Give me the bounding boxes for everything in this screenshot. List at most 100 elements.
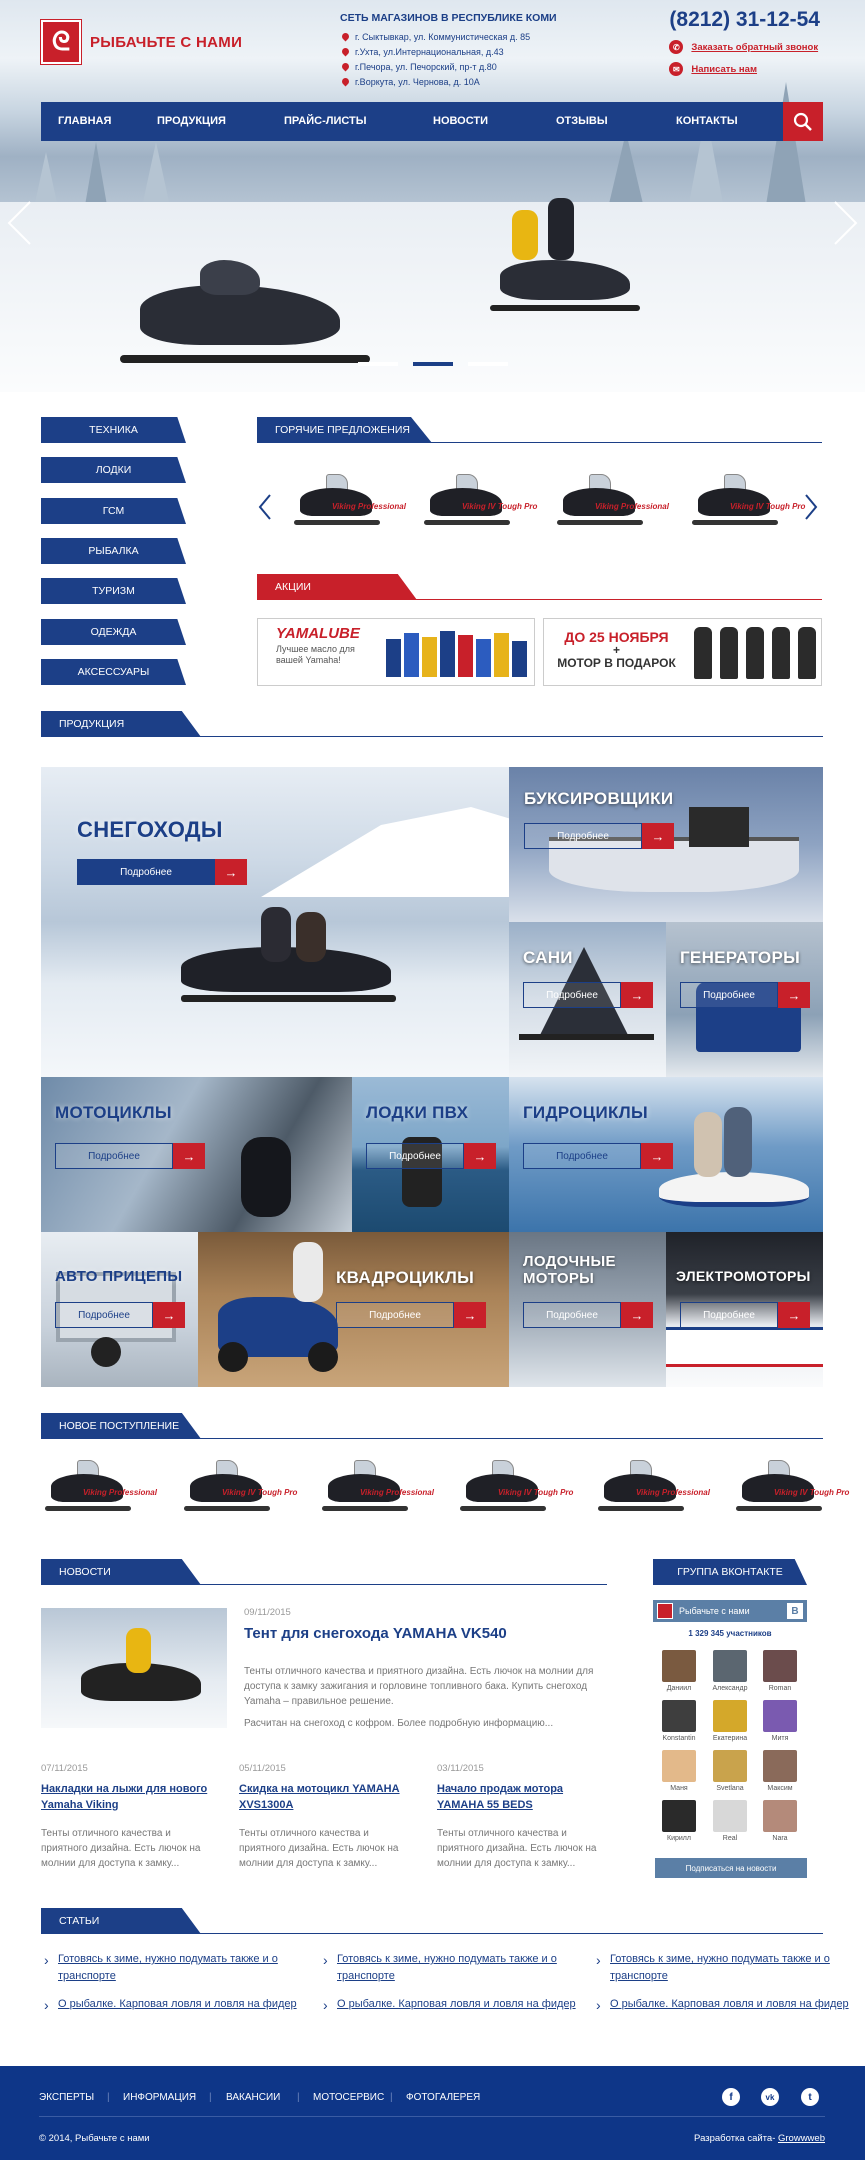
new-arrival-item[interactable]: Viking Professional: [594, 1456, 710, 1524]
tile-atvs[interactable]: КВАДРОЦИКЛЫ Подробнее →: [198, 1232, 509, 1387]
nav-contacts[interactable]: КОНТАКТЫ: [676, 115, 738, 127]
slider-dot-active[interactable]: [413, 362, 453, 366]
facebook-icon[interactable]: f: [722, 2088, 740, 2106]
more-button[interactable]: Подробнее →: [523, 1302, 653, 1328]
vk-icon[interactable]: vk: [761, 2088, 779, 2106]
article-link[interactable]: О рыбалке. Карповая ловля и ловля на фид…: [323, 1995, 577, 2017]
more-button[interactable]: Подробнее →: [77, 859, 247, 885]
avatar[interactable]: [713, 1700, 747, 1732]
vk-group-bar[interactable]: Рыбачьте с нами В: [653, 1600, 807, 1622]
write-us-link[interactable]: ✉ Написать нам: [669, 58, 820, 80]
more-button[interactable]: Подробнее →: [680, 982, 810, 1008]
new-arrival-item[interactable]: Viking IV Tough Pro: [180, 1456, 297, 1524]
tile-motorcycles[interactable]: МОТОЦИКЛЫ Подробнее →: [41, 1077, 352, 1232]
hot-prev-arrow[interactable]: [258, 493, 272, 526]
outboard-motors-image: [694, 627, 816, 679]
avatar[interactable]: [763, 1750, 797, 1782]
slider-prev-arrow[interactable]: [6, 200, 32, 254]
nav-home[interactable]: ГЛАВНАЯ: [58, 115, 111, 127]
sidebar-item-tech[interactable]: ТЕХНИКА: [41, 417, 186, 443]
tile-sleds[interactable]: САНИ Подробнее →: [509, 922, 666, 1077]
article-link[interactable]: Готовясь к зиме, нужно подумать также и …: [323, 1950, 577, 1985]
sidebar-item-accessories[interactable]: АКСЕССУАРЫ: [41, 659, 186, 685]
sidebar-item-tourism[interactable]: ТУРИЗМ: [41, 578, 186, 604]
avatar[interactable]: [763, 1650, 797, 1682]
new-arrival-item[interactable]: Viking Professional: [41, 1456, 157, 1524]
avatar[interactable]: [713, 1800, 747, 1832]
avatar[interactable]: [763, 1700, 797, 1732]
arrow-right-icon: →: [778, 982, 810, 1008]
callback-link[interactable]: ✆ Заказать обратный звонок: [669, 36, 820, 58]
article-link[interactable]: О рыбалке. Карповая ловля и ловля на фид…: [596, 1995, 850, 2017]
tile-electric-motors[interactable]: ЭЛЕКТРОМОТОРЫ Подробнее →: [666, 1232, 823, 1387]
featured-news-title[interactable]: Тент для снегохода YAMAHA VK540: [244, 1625, 507, 1642]
slider-next-arrow[interactable]: [833, 200, 859, 254]
footer-link-gallery[interactable]: ФОТОГАЛЕРЕЯ: [406, 2092, 480, 2103]
nav-products[interactable]: ПРОДУКЦИЯ: [157, 115, 226, 127]
nav-news[interactable]: НОВОСТИ: [433, 115, 488, 127]
article-link[interactable]: Готовясь к зиме, нужно подумать также и …: [596, 1950, 850, 1985]
sidebar-item-fuel[interactable]: ГСМ: [41, 498, 186, 524]
footer-link-info[interactable]: ИНФОРМАЦИЯ: [123, 2092, 196, 2103]
news-item-title[interactable]: Скидка на мотоцикл YAMAHA XVS1300A: [239, 1782, 409, 1814]
new-arrival-item[interactable]: Viking IV Tough Pro: [456, 1456, 573, 1524]
more-button[interactable]: Подробнее →: [523, 1143, 673, 1169]
yamalube-banner[interactable]: YAMALUBE Лучшее масло для вашей Yamaha!: [257, 618, 535, 686]
hot-next-arrow[interactable]: [804, 493, 818, 526]
avatar[interactable]: [713, 1750, 747, 1782]
nav-price-lists[interactable]: ПРАЙС-ЛИСТЫ: [284, 115, 367, 127]
hot-offer-item[interactable]: Viking Professional: [290, 470, 406, 538]
more-button[interactable]: Подробнее →: [524, 823, 674, 849]
avatar[interactable]: [662, 1700, 696, 1732]
tile-jet-skis[interactable]: ГИДРОЦИКЛЫ Подробнее →: [509, 1077, 823, 1232]
twitter-icon[interactable]: t: [801, 2088, 819, 2106]
search-button[interactable]: [783, 102, 823, 141]
slider-dot[interactable]: [358, 362, 398, 366]
avatar[interactable]: [662, 1750, 696, 1782]
news-item-title[interactable]: Начало продаж мотора YAMAHA 55 BEDS: [437, 1782, 607, 1814]
footer-link-moto-service[interactable]: МОТОСЕРВИС: [313, 2092, 384, 2103]
new-arrival-item[interactable]: Viking Professional: [318, 1456, 434, 1524]
tile-pvc-boats[interactable]: ЛОДКИ ПВХ Подробнее →: [352, 1077, 509, 1232]
article-link[interactable]: Готовясь к зиме, нужно подумать также и …: [44, 1950, 298, 1985]
vk-subscribe-button[interactable]: Подписаться на новости: [655, 1858, 807, 1878]
footer-link-experts[interactable]: ЭКСПЕРТЫ: [39, 2092, 94, 2103]
motor-gift-banner[interactable]: ДО 25 НОЯБРЯ + МОТОР В ПОДАРОК: [543, 618, 822, 686]
footer-link-vacancies[interactable]: ВАКАНСИИ: [226, 2092, 280, 2103]
more-button[interactable]: Подробнее →: [523, 982, 653, 1008]
avatar[interactable]: [763, 1800, 797, 1832]
hot-offer-item[interactable]: Viking IV Tough Pro: [688, 470, 805, 538]
hot-offer-item[interactable]: Viking Professional: [553, 470, 669, 538]
featured-news-image[interactable]: [41, 1608, 227, 1728]
sidebar-item-clothing[interactable]: ОДЕЖДА: [41, 619, 186, 645]
avatar[interactable]: [662, 1650, 696, 1682]
slider-dot[interactable]: [468, 362, 508, 366]
tile-trailers[interactable]: АВТО ПРИЦЕПЫ Подробнее →: [41, 1232, 198, 1387]
hot-offer-item[interactable]: Viking IV Tough Pro: [420, 470, 537, 538]
nav-reviews[interactable]: ОТЗЫВЫ: [556, 115, 608, 127]
tile-tow-units[interactable]: БУКСИРОВЩИКИ Подробнее →: [509, 767, 823, 922]
promo-gift: МОТОР В ПОДАРОК: [557, 655, 676, 670]
more-button[interactable]: Подробнее →: [336, 1302, 486, 1328]
logo-text: РЫБАЧЬТЕ С НАМИ: [90, 33, 243, 51]
featured-news-text: Расчитан на снегоход с кофром. Более под…: [244, 1718, 554, 1729]
developer-link[interactable]: Growwweb: [778, 2133, 825, 2144]
more-button[interactable]: Подробнее →: [366, 1143, 496, 1169]
tile-snowmobiles[interactable]: СНЕГОХОДЫ Подробнее →: [41, 767, 509, 1077]
new-arrival-item[interactable]: Viking IV Tough Pro: [732, 1456, 849, 1524]
logo[interactable]: ᘓ РЫБАЧЬТЕ С НАМИ: [40, 19, 243, 65]
avatar[interactable]: [662, 1800, 696, 1832]
article-link[interactable]: О рыбалке. Карповая ловля и ловля на фид…: [44, 1995, 298, 2017]
store-list: СЕТЬ МАГАЗИНОВ В РЕСПУБЛИКЕ КОМИ г. Сыкт…: [340, 12, 557, 89]
sidebar-item-boats[interactable]: ЛОДКИ: [41, 457, 186, 483]
more-button[interactable]: Подробнее →: [55, 1302, 185, 1328]
more-button[interactable]: Подробнее →: [55, 1143, 205, 1169]
vk-members-count: 1 329 345 участников: [688, 1629, 772, 1638]
news-item-title[interactable]: Накладки на лыжи для нового Yamaha Vikin…: [41, 1782, 211, 1814]
tile-outboard-motors[interactable]: ЛОДОЧНЫЕ МОТОРЫ Подробнее →: [509, 1232, 666, 1387]
tile-generators[interactable]: ГЕНЕРАТОРЫ Подробнее →: [666, 922, 823, 1077]
more-button[interactable]: Подробнее →: [680, 1302, 810, 1328]
avatar[interactable]: [713, 1650, 747, 1682]
sidebar-item-fishing[interactable]: РЫБАЛКА: [41, 538, 186, 564]
products-header: ПРОДУКЦИЯ: [41, 711, 823, 737]
